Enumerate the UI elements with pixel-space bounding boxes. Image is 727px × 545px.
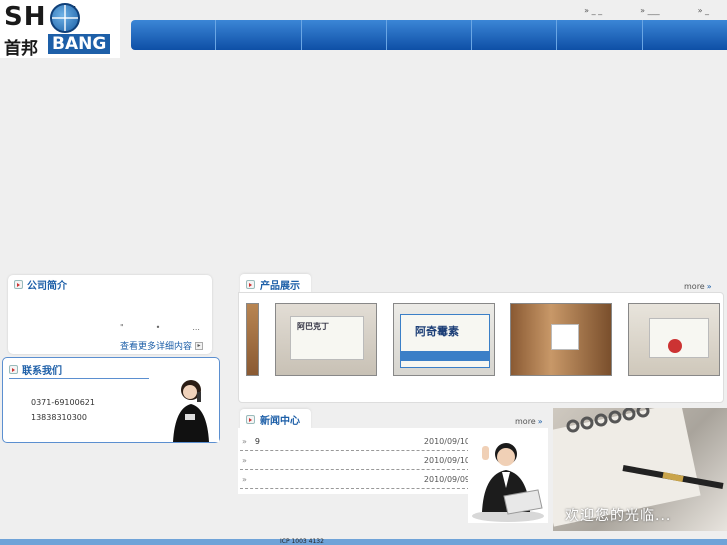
arrow-right-icon: ▸ [195,341,204,350]
top-link-2[interactable]: » ___ [640,6,659,15]
about-more-label: 查看更多详细内容 [120,342,193,352]
news-item[interactable]: » 2010/09/09 [240,470,470,489]
product-image[interactable] [628,303,720,376]
main-nav [131,20,727,50]
top-link-3[interactable]: » _ [698,6,709,15]
arrow-bullet-icon [9,365,18,374]
phone-operator-image [163,374,219,442]
about-more-link[interactable]: 查看更多详细内容 ▸ [120,339,204,352]
arrow-bullet-icon [246,279,255,289]
chevron-bullet-icon: » [242,474,247,484]
news-date: 2010/09/10 [423,455,470,465]
product-label: 阿奇霉素 [415,325,459,338]
contact-header: 联系我们 [3,360,62,379]
about-summary: " • ... [120,323,200,332]
contact-phone: 0371-69100621 [31,398,95,407]
news-item[interactable]: » 2010/09/10 [240,451,470,470]
product-label-card: 阿巴克丁 [290,316,364,360]
footer-bar [0,539,727,545]
double-chevron-icon: » [706,282,712,291]
tab-news[interactable]: 新闻中心 [240,409,311,429]
nav-item-3[interactable] [302,20,387,50]
about-header: 公司简介 [8,275,67,294]
chevron-bullet-icon: » [242,436,247,446]
product-label-card [649,318,709,358]
news-more-link[interactable]: more » [515,417,543,426]
globe-icon [50,3,80,33]
nav-item-5[interactable] [472,20,558,50]
product-image[interactable] [510,303,612,376]
about-dot: • [155,323,161,332]
arrow-bullet-icon [14,280,23,289]
double-chevron-icon: » [537,417,543,426]
tab-products[interactable]: 产品展示 [240,274,311,294]
top-links: » _ _ » ___ » _ [584,6,709,15]
about-panel: 公司简介 " • ... 查看更多详细内容 ▸ [8,275,212,354]
product-image[interactable]: 阿巴克丁 [275,303,377,376]
more-label: more [684,282,705,291]
contact-panel: 联系我们 0371-69100621 13838310300 [2,357,220,443]
products-title: 产品展示 [260,280,300,292]
product-image[interactable] [246,303,259,376]
nav-item-7[interactable] [643,20,727,50]
top-link-1[interactable]: » _ _ [584,6,602,15]
nav-item-4[interactable] [387,20,473,50]
footer-icp: ICP 1003 4132 [280,538,324,545]
arrow-bullet-icon [246,414,255,424]
nav-item-6[interactable] [557,20,643,50]
site-logo[interactable]: SH U 首邦 BANG [0,0,120,59]
welcome-text: 欢迎您的光临... [565,508,672,524]
welcome-banner: 欢迎您的光临... [553,408,727,531]
nav-item-2[interactable] [216,20,302,50]
contact-title: 联系我们 [22,366,62,377]
news-title: 新闻中心 [260,415,300,427]
logo-chinese: 首邦 [4,39,38,59]
product-image[interactable]: 阿奇霉素 [393,303,495,376]
divider [9,378,149,379]
product-label-card: 阿奇霉素 [400,314,490,368]
label-stripe [401,351,489,361]
about-dot: " [120,323,124,332]
product-label-card [551,324,579,350]
logo-badge: BANG [48,34,111,54]
news-item[interactable]: » 9 2010/09/10 [240,432,470,451]
more-label: more [515,417,536,426]
businessman-image [468,432,548,523]
contact-mobile: 13838310300 [31,413,87,422]
news-date: 2010/09/09 [423,474,470,484]
nav-item-1[interactable] [131,20,217,50]
products-more-link[interactable]: more » [684,282,712,291]
about-title: 公司简介 [27,281,67,292]
news-date: 2010/09/10 [423,436,470,446]
news-text[interactable]: 9 [255,437,260,446]
about-dot: ... [192,323,200,332]
chevron-bullet-icon: » [242,455,247,465]
product-label: 阿巴克丁 [297,322,329,331]
